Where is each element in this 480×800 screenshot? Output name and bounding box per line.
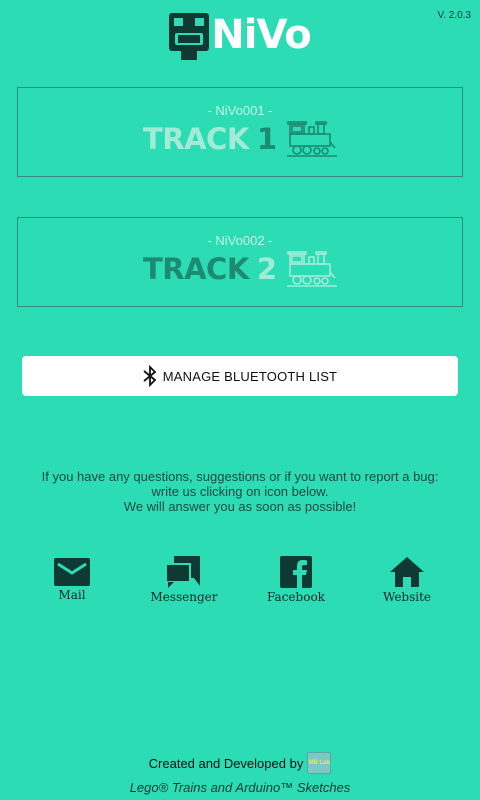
track-device-id: - NiVo001 -	[207, 102, 273, 118]
messenger-icon	[166, 556, 200, 588]
info-line: We will answer you as soon as possible!	[123, 499, 357, 514]
app-title: NiVo	[211, 12, 311, 58]
track-card-2[interactable]: - NiVo002 - TRACK 2	[17, 217, 463, 307]
facebook-icon	[280, 556, 312, 588]
website-label: Website	[382, 590, 432, 604]
bluetooth-icon	[143, 365, 157, 387]
facebook-label: Facebook	[267, 590, 325, 604]
track-label: TRACK	[143, 251, 249, 286]
app-logo: NiVo	[169, 10, 312, 60]
track-number: 2	[256, 251, 277, 286]
facebook-button[interactable]: Facebook	[251, 556, 341, 612]
home-icon	[390, 557, 424, 587]
contact-info-text: If you have any questions, suggestions o…	[0, 469, 480, 514]
messenger-button[interactable]: Messenger	[139, 556, 229, 612]
footer: Created and Developed by MB Lab Lego® Tr…	[0, 752, 480, 795]
nivo-robot-icon	[169, 13, 210, 60]
track-card-1[interactable]: - NiVo001 - TRACK 1	[17, 87, 463, 177]
manage-bluetooth-button[interactable]: MANAGE BLUETOOTH LIST	[22, 356, 458, 396]
manage-bluetooth-label: MANAGE BLUETOOTH LIST	[162, 368, 338, 384]
track-device-id: - NiVo002 -	[207, 232, 273, 248]
developer-logo[interactable]: MB Lab	[307, 752, 332, 774]
info-line: write us clicking on icon below.	[151, 484, 329, 499]
track-label: TRACK	[143, 121, 249, 156]
train-icon	[287, 120, 337, 157]
app-header: NiVo	[0, 8, 480, 62]
credit-text: Created and Developed by	[148, 755, 304, 771]
mail-icon	[54, 558, 90, 586]
info-line: If you have any questions, suggestions o…	[41, 469, 439, 484]
train-icon	[287, 250, 337, 287]
track-number: 1	[256, 121, 277, 156]
website-button[interactable]: Website	[362, 556, 452, 612]
mail-label: Mail	[58, 588, 86, 602]
contact-links: Mail Messenger Facebook Website	[0, 556, 480, 616]
mail-button[interactable]: Mail	[27, 556, 117, 612]
messenger-label: Messenger	[150, 590, 218, 604]
tagline: Lego® Trains and Arduino™ Sketches	[129, 780, 351, 795]
